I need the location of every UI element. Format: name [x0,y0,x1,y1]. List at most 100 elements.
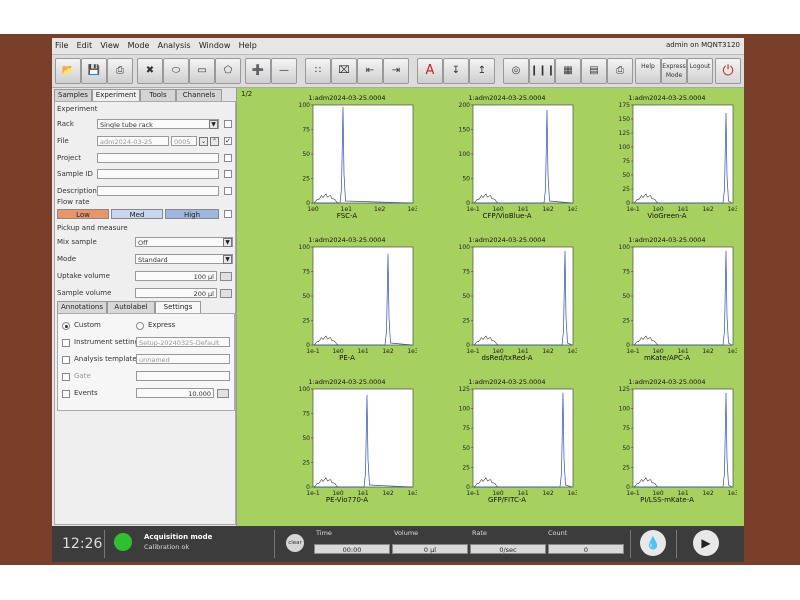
drop-button[interactable]: 💧 [640,530,666,556]
mode-dropdown-arrow[interactable]: ▼ [223,255,232,264]
histogram-plot[interactable]: 1:adm2024-03-25.0004 100 75 50 25 0 1e-1 1e0 1e1… [597,236,737,362]
help-button[interactable]: Help [635,58,661,84]
menu-edit[interactable]: Edit [74,38,96,50]
project-field[interactable] [97,153,219,163]
custom-radio[interactable] [62,322,70,330]
delete-gate-button[interactable]: ✖ [137,58,163,84]
histogram-plot[interactable]: 1:adm2024-03-25.0004 175 150 125 100 75 50 25 0 1… [597,94,737,220]
y-tick-label: 100 [459,406,471,413]
export-button[interactable]: ⇥ [383,58,409,84]
tab-tools[interactable]: Tools [140,89,176,101]
quadrant-gate-button[interactable]: ➕ [245,58,271,84]
instrument-setting-field[interactable]: Setup-20240325-Default [136,337,230,347]
ellipse-gate-button[interactable]: ⬭ [163,58,189,84]
sample-volume-field[interactable]: 200 µl [135,288,217,298]
project-checkbox[interactable] [224,154,232,162]
divider [104,530,105,558]
description-field[interactable] [97,186,219,196]
report-button[interactable]: ▤ [581,58,607,84]
import-button[interactable]: ⇤ [357,58,383,84]
time-label: Time [316,529,332,537]
analysis-template-checkbox[interactable] [62,356,70,364]
subtab-settings[interactable]: Settings [155,301,201,313]
sample-volume-keypad-button[interactable] [220,289,232,298]
scatter-icon: ∷ [314,65,322,76]
play-button[interactable]: ▶ [693,530,719,556]
express-mode-button[interactable]: Express Mode [661,58,687,84]
print-button[interactable]: ⎙ [107,58,133,84]
plate-button[interactable]: ▦ [555,58,581,84]
plot-frame [472,104,574,204]
flow-low-button[interactable]: Low [57,209,109,219]
menu-analysis[interactable]: Analysis [155,38,194,50]
barcode-button[interactable]: ❙❙❙ [529,58,555,84]
histogram-plot[interactable]: 1:adm2024-03-25.0004 100 75 50 25 0 1e-1 1e0 1e1… [277,236,417,362]
menu-window[interactable]: Window [196,38,234,50]
interval-gate-button[interactable]: — [271,58,297,84]
open-folder-button[interactable]: 📂 [55,58,81,84]
events-field[interactable]: 10.000 [136,388,214,398]
express-radio[interactable] [136,322,144,330]
events-checkbox[interactable] [62,390,70,398]
histogram-plot[interactable]: 1:adm2024-03-25.0004 100 75 50 25 0 1e0 1e1 1e2 1… [277,94,417,220]
menu-file[interactable]: File [52,38,71,50]
file-name-value: adm2024-03-25 [100,138,153,146]
logout-button[interactable]: Logout [687,58,713,84]
subtab-annotations[interactable]: Annotations [57,301,107,313]
file-name-field[interactable]: adm2024-03-25 [97,136,169,146]
tube-in-button[interactable]: ↧ [443,58,469,84]
histogram-plot[interactable]: 1:adm2024-03-25.0004 100 75 50 25 0 1e-1 1e0 1e1… [277,378,417,504]
mix-dropdown-arrow[interactable]: ▼ [223,238,232,247]
volume-label: Volume [394,529,419,537]
sample-id-checkbox[interactable] [224,170,232,178]
file-checkbox[interactable]: ✓ [224,137,232,145]
description-checkbox[interactable] [224,187,232,195]
printer-2-button[interactable]: ⎙ [607,58,633,84]
drop-icon: 💧 [645,536,661,550]
gate-field[interactable] [136,371,230,381]
file-number-down[interactable]: ⌄ [199,137,208,146]
rack-checkbox[interactable] [224,120,232,128]
file-number-up[interactable]: ⌃ [210,137,219,146]
divider [274,530,275,558]
file-number-field[interactable]: 0005 [171,136,197,146]
sample-id-field[interactable] [97,169,219,179]
analysis-template-field[interactable]: unnamed [136,354,230,364]
histogram-plot[interactable]: 1:adm2024-03-25.0004 125 100 75 50 25 0 1e-1 1e0… [597,378,737,504]
dot-plot-button[interactable]: ∷ [305,58,331,84]
status-bar: 12:26 Acquisition mode Calibration ok cl… [52,526,744,562]
menu-mode[interactable]: Mode [125,38,153,50]
histogram-plot[interactable]: 1:adm2024-03-25.0004 100 75 50 25 0 1e-1 1e0 1e1… [437,236,577,362]
histogram-plot[interactable]: 1:adm2024-03-25.0004 125 100 75 50 25 0 1e-1 1e0… [437,378,577,504]
annotate-button[interactable]: A [417,58,443,84]
remove-plot-button[interactable]: ⌧ [331,58,357,84]
status-led-icon [114,533,132,551]
menu-view[interactable]: View [97,38,122,50]
mode-select[interactable]: Standard [135,254,233,264]
flow-med-button[interactable]: Med [111,209,163,219]
gate-checkbox[interactable] [62,373,70,381]
histogram-plot[interactable]: 1:adm2024-03-25.0004 200 150 100 50 0 1e-1 1e0 1… [437,94,577,220]
clear-button[interactable]: clear [286,534,304,552]
tab-samples[interactable]: Samples [54,89,92,101]
rack-select[interactable]: Single tube rack [97,119,219,129]
events-keypad-button[interactable] [217,389,229,398]
instrument-setting-checkbox[interactable] [62,339,70,347]
tube-out-button[interactable]: ↥ [469,58,495,84]
flow-high-button[interactable]: High [165,209,219,219]
save-button[interactable]: 💾 [81,58,107,84]
uptake-volume-field[interactable]: 100 µl [135,271,217,281]
uptake-keypad-button[interactable] [220,272,232,281]
rectangle-gate-button[interactable]: ▭ [189,58,215,84]
subtab-autolabel[interactable]: Autolabel [107,301,155,313]
menu-help[interactable]: Help [236,38,260,50]
description-label: Description [57,187,97,195]
polygon-gate-button[interactable]: ⬠ [215,58,241,84]
mix-sample-select[interactable]: Off [135,237,233,247]
printer-icon: ⎙ [616,65,624,76]
power-button[interactable]: ⏻ [715,58,741,84]
disc-button[interactable]: ◎ [503,58,529,84]
flow-rate-checkbox[interactable] [224,210,232,218]
rack-dropdown-arrow[interactable]: ▼ [209,120,218,129]
tab-channels[interactable]: Channels [176,89,222,101]
